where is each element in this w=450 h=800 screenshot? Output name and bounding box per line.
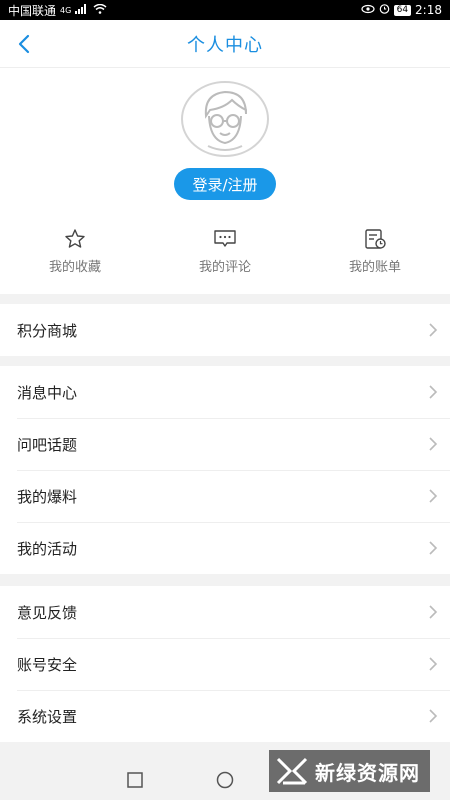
star-icon — [65, 229, 85, 248]
bill-icon — [365, 229, 386, 249]
logo-icon — [276, 757, 308, 785]
chevron-right-icon — [429, 437, 438, 451]
page-title: 个人中心 — [187, 34, 263, 56]
menu-item-my-events[interactable]: 我的活动 — [0, 522, 450, 574]
menu-item-label: 消息中心 — [17, 383, 78, 402]
chevron-right-icon — [429, 605, 438, 619]
status-bar: 中国联通 4G 64 2:18 — [0, 0, 450, 20]
menu-item-label: 问吧话题 — [17, 435, 78, 454]
menu-item-my-tips[interactable]: 我的爆料 — [0, 470, 450, 522]
profile-section: 登录/注册 我的收藏 我的评论 我的账单 — [0, 68, 450, 294]
chevron-right-icon — [429, 541, 438, 555]
carrier-label: 中国联通 — [8, 3, 57, 18]
square-icon — [127, 772, 143, 788]
back-button[interactable] — [6, 26, 42, 62]
comment-icon — [214, 230, 236, 247]
chevron-left-icon — [18, 34, 30, 54]
menu-item-system-settings[interactable]: 系统设置 — [0, 690, 450, 742]
menu-item-message-center[interactable]: 消息中心 — [0, 366, 450, 418]
menu-item-topics[interactable]: 问吧话题 — [0, 418, 450, 470]
default-avatar-icon — [181, 81, 269, 157]
menu-item-feedback[interactable]: 意见反馈 — [0, 586, 450, 638]
menu-group-points: 积分商城 — [0, 304, 450, 356]
avatar[interactable] — [180, 80, 270, 158]
menu-item-points-mall[interactable]: 积分商城 — [0, 304, 450, 356]
chevron-right-icon — [429, 385, 438, 399]
menu-item-label: 意见反馈 — [17, 603, 78, 622]
quick-link-label: 我的账单 — [348, 260, 401, 275]
quick-link-label: 我的评论 — [198, 260, 251, 275]
login-register-button[interactable]: 登录/注册 — [174, 168, 276, 200]
chevron-right-icon — [429, 657, 438, 671]
chevron-right-icon — [429, 323, 438, 337]
watermark-text: 新绿资源网 — [315, 760, 420, 785]
eye-icon — [360, 3, 375, 17]
quick-link-bills[interactable]: 我的账单 — [300, 228, 450, 288]
menu-item-label: 账号安全 — [17, 655, 78, 674]
header: 个人中心 — [0, 20, 450, 68]
recent-apps-button[interactable] — [127, 772, 143, 792]
quick-links: 我的收藏 我的评论 我的账单 — [0, 228, 450, 288]
alarm-icon — [379, 3, 390, 17]
quick-link-label: 我的收藏 — [48, 260, 101, 275]
network-label: 4G — [60, 5, 72, 15]
signal-icon — [75, 3, 89, 17]
wifi-icon — [93, 3, 107, 17]
chevron-right-icon — [429, 489, 438, 503]
menu-item-label: 我的爆料 — [17, 487, 78, 506]
watermark: 新绿资源网 — [269, 750, 430, 792]
circle-icon — [216, 771, 234, 789]
menu-group-settings: 意见反馈 账号安全 系统设置 — [0, 586, 450, 742]
menu-item-label: 系统设置 — [17, 707, 78, 726]
menu-group-activity: 消息中心 问吧话题 我的爆料 我的活动 — [0, 366, 450, 574]
battery-level: 64 — [393, 4, 412, 16]
menu-item-label: 积分商城 — [17, 321, 78, 340]
menu-item-label: 我的活动 — [17, 539, 78, 558]
quick-link-favorites[interactable]: 我的收藏 — [0, 228, 150, 288]
quick-link-comments[interactable]: 我的评论 — [150, 228, 300, 288]
menu-item-account-security[interactable]: 账号安全 — [0, 638, 450, 690]
clock-time: 2:18 — [415, 3, 442, 17]
chevron-right-icon — [429, 709, 438, 723]
home-button[interactable] — [216, 771, 234, 793]
